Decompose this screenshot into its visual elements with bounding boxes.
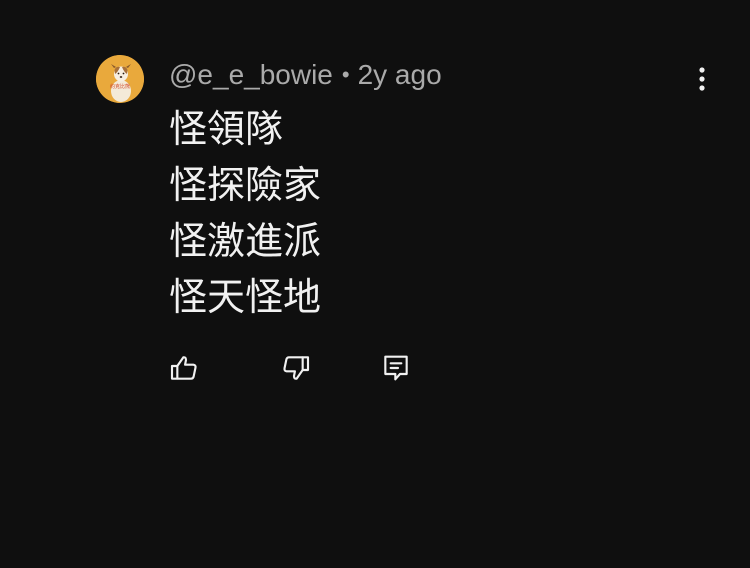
meta-separator: •: [341, 62, 350, 87]
comment-timestamp: 2y ago: [357, 59, 442, 90]
more-vertical-icon: [699, 67, 705, 91]
reply-comment-icon: [384, 355, 408, 381]
like-button[interactable]: [165, 349, 203, 387]
comment-line: 怪領隊: [169, 107, 284, 151]
more-options-button[interactable]: [686, 60, 718, 98]
thumbs-up-icon: [170, 356, 197, 380]
comment-line: 怪激進派: [169, 219, 322, 263]
comment-meta: @e_e_bowie • 2y ago: [169, 57, 442, 93]
avatar[interactable]: 約克比熊: [96, 55, 144, 103]
author-handle[interactable]: @e_e_bowie: [169, 59, 333, 91]
reply-button[interactable]: [377, 349, 415, 387]
comment-line: 怪天怪地: [169, 275, 322, 319]
comment-thread: 約克比熊 @e_e_bowie • 2y ago 怪領隊 怪探險家 怪激進派 怪…: [0, 0, 750, 568]
comment-body: 怪領隊 怪探險家 怪激進派 怪天怪地: [169, 101, 649, 325]
dislike-button[interactable]: [277, 349, 315, 387]
thumbs-down-icon: [283, 356, 310, 380]
avatar-text: 約克比熊: [110, 83, 130, 90]
comment-line: 怪探險家: [169, 163, 322, 207]
dog-avatar-icon: 約克比熊: [96, 55, 144, 103]
comment-actions: [0, 349, 750, 387]
